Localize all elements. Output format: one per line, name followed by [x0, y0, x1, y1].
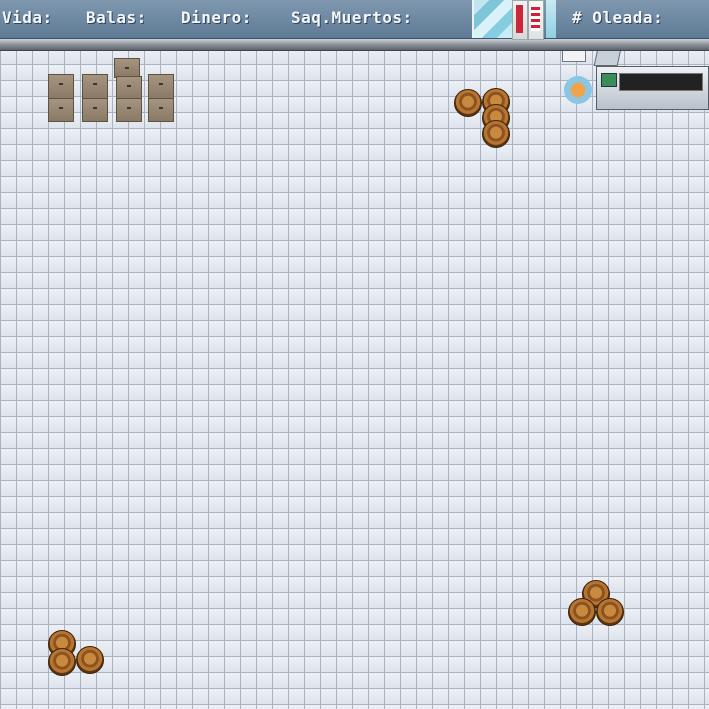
wooden-barrels-cluster	[454, 86, 514, 152]
box	[116, 98, 142, 122]
box	[148, 98, 174, 122]
metal-rail	[0, 38, 709, 51]
counter-body	[596, 66, 709, 110]
barrel	[76, 646, 104, 674]
barrel	[596, 598, 624, 626]
box	[114, 58, 140, 78]
box	[82, 74, 108, 100]
kills-label: Saq.Muertos:	[291, 8, 413, 27]
box	[48, 74, 74, 100]
hud-bar: Vida: Balas: Dinero: Saq.Muertos: # Olea…	[0, 0, 709, 40]
hud-shelf-items	[472, 0, 568, 40]
box	[48, 98, 74, 122]
wooden-barrels-cluster	[46, 628, 108, 678]
glass-panel-icon	[472, 0, 512, 38]
box	[116, 76, 142, 100]
barrel	[568, 598, 596, 626]
box	[148, 74, 174, 100]
wooden-barrels-cluster	[566, 578, 628, 630]
wave-label: # Oleada:	[572, 8, 664, 27]
money-label: Dinero:	[181, 8, 252, 27]
box	[82, 98, 108, 122]
barrel	[48, 648, 76, 676]
shelf-box-icon	[528, 0, 544, 40]
round-table-icon	[564, 76, 592, 104]
ammo-label: Balas:	[86, 8, 147, 27]
glass-panel-icon	[546, 0, 556, 38]
barrel	[454, 89, 482, 117]
health-label: Vida:	[2, 8, 53, 27]
shelf-box-icon	[512, 0, 528, 40]
cardboard-boxes-stack	[46, 58, 176, 122]
barrel	[482, 120, 510, 148]
